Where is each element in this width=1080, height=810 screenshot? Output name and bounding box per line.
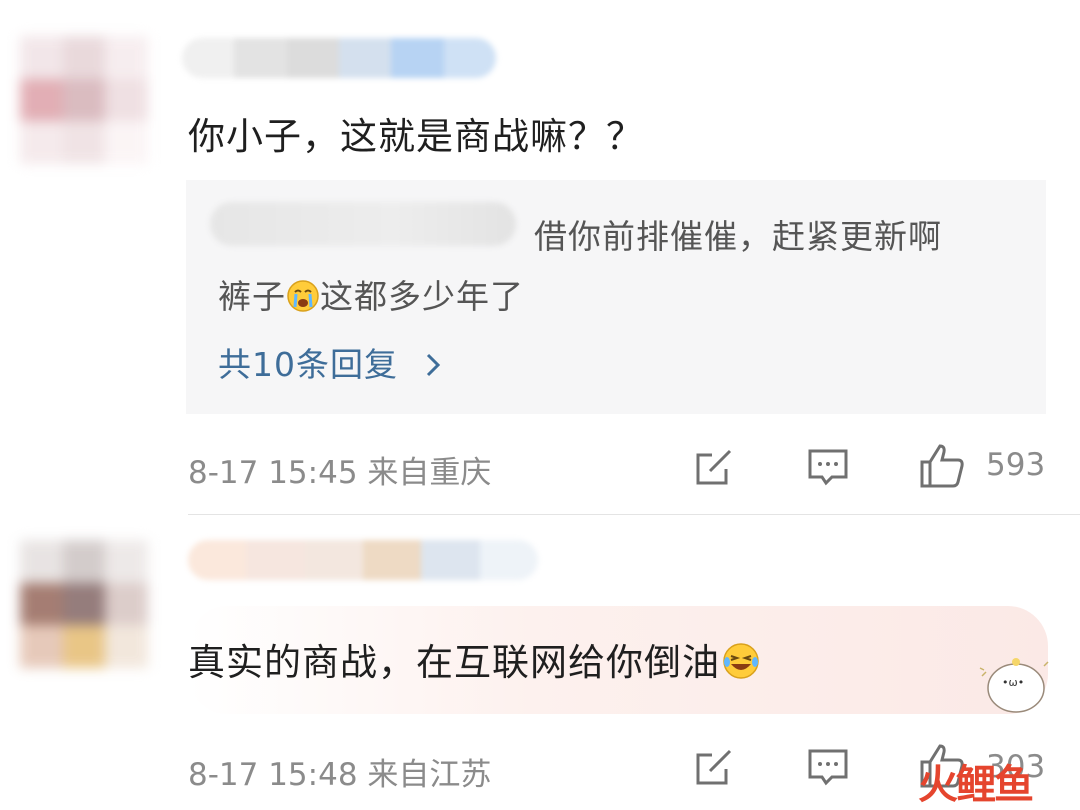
reply-preview-box[interactable]: 借你前排催催，赶紧更新啊 裤子 这都多少年了 共10条回复	[186, 180, 1046, 414]
like-icon[interactable]	[918, 442, 966, 490]
comment-icon[interactable]	[806, 745, 850, 789]
username-blurred[interactable]	[182, 38, 496, 78]
mascot-sticker-icon: •ω•	[979, 658, 1049, 713]
reply-text: 借你前排催催，赶紧更新啊	[534, 217, 942, 256]
repost-icon[interactable]	[692, 445, 736, 489]
avatar[interactable]	[20, 540, 148, 668]
comment-text: 你小子，这就是商战嘛？？	[188, 115, 644, 158]
comment-text: 真实的商战，在互联网给你倒油	[188, 632, 760, 686]
watermark-logo: 火鲤鱼	[918, 762, 1034, 808]
view-replies-label: 共10条回复	[218, 345, 398, 384]
crying-emoji-icon	[287, 280, 319, 312]
svg-text:•ω•: •ω•	[1002, 676, 1024, 689]
comment-text-body: 真实的商战，在互联网给你倒油	[188, 641, 720, 684]
view-replies-link[interactable]: 共10条回复	[218, 338, 444, 386]
reply-text-continued: 裤子 这都多少年了	[218, 270, 524, 318]
reply-username-blurred	[210, 202, 516, 246]
repost-icon[interactable]	[692, 745, 736, 789]
reply-text-part: 裤子	[218, 277, 286, 316]
chevron-right-icon	[426, 353, 440, 377]
comment-meta: 8-17 15:48 来自江苏	[188, 757, 492, 793]
reply-text-part: 这都多少年了	[320, 277, 524, 316]
username-blurred[interactable]	[188, 540, 538, 580]
comment-meta: 8-17 15:45 来自重庆	[188, 455, 492, 491]
like-count: 593	[986, 447, 1046, 483]
avatar[interactable]	[20, 36, 148, 164]
divider	[188, 514, 1080, 515]
comment-icon[interactable]	[806, 445, 850, 489]
laughing-tears-emoji-icon	[723, 643, 759, 679]
